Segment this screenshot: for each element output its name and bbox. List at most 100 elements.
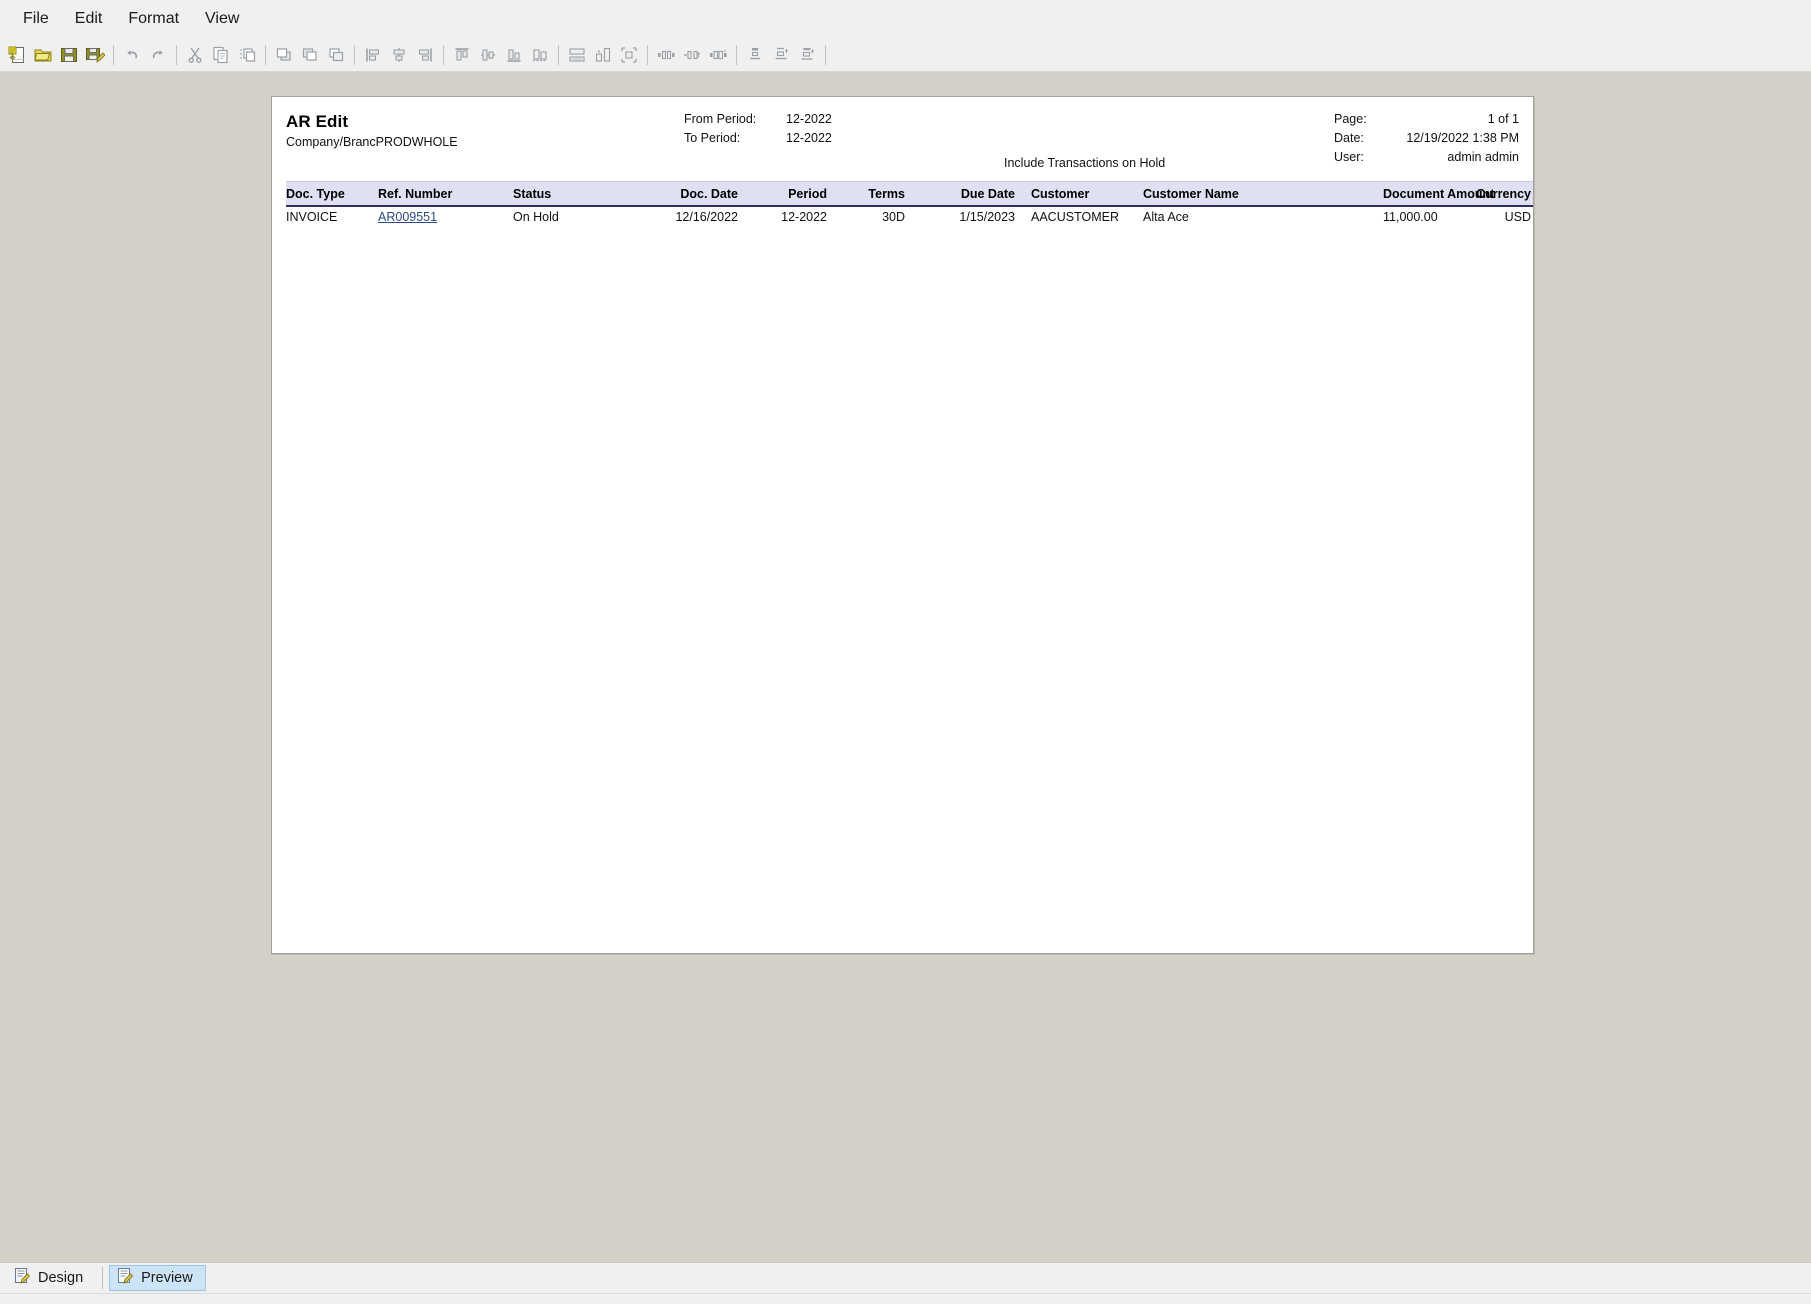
increase-vertical-space-icon [771, 45, 791, 65]
preview-canvas[interactable]: AR Edit Company/BrancPRODWHOLE From Peri… [0, 72, 1811, 1262]
column-header-doc-date[interactable]: Doc. Date [638, 181, 752, 207]
menu-item-file[interactable]: File [10, 6, 62, 32]
from-period-row: From Period: 12-2022 [684, 112, 876, 131]
align-right-button[interactable] [412, 42, 438, 68]
report-meta: Page: 1 of 1 Date: 12/19/2022 1:38 PM Us… [1334, 112, 1519, 169]
report-title: AR Edit [286, 112, 349, 131]
include-on-hold-note: Include Transactions on Hold [1004, 156, 1166, 170]
align-left-icon [363, 45, 383, 65]
cut-button[interactable] [182, 42, 208, 68]
user-row: User: admin admin [1334, 150, 1519, 169]
toolbar-separator [736, 44, 737, 65]
date-value: 12/19/2022 1:38 PM [1406, 131, 1519, 145]
column-header-customer[interactable]: Customer [1031, 181, 1143, 207]
column-header-status[interactable]: Status [513, 181, 638, 207]
preview-page-icon [116, 1267, 134, 1289]
new-report-button[interactable] [4, 42, 30, 68]
report-table: Doc. Type Ref. Number Status Doc. Date P… [286, 181, 1533, 227]
tab-separator [102, 1267, 104, 1289]
bring-to-front-button[interactable] [271, 42, 297, 68]
undo-button[interactable] [119, 42, 145, 68]
column-header-terms[interactable]: Terms [845, 181, 927, 207]
column-header-ref-number[interactable]: Ref. Number [378, 181, 513, 207]
group-icon [326, 45, 346, 65]
report-header: AR Edit Company/BrancPRODWHOLE From Peri… [286, 109, 1519, 181]
design-page-icon [13, 1267, 31, 1289]
cell-customer: AACUSTOMER [1031, 210, 1119, 224]
tab-design[interactable]: Design [6, 1265, 96, 1291]
toolbar-separator [113, 44, 114, 65]
paste-icon [237, 45, 257, 65]
decrease-vertical-space-button[interactable] [794, 42, 820, 68]
increase-horizontal-space-button[interactable] [679, 42, 705, 68]
cell-customer-name: Alta Ace [1143, 210, 1189, 224]
page-row: Page: 1 of 1 [1334, 112, 1519, 131]
column-header-document-amount[interactable]: Document Amount [1383, 181, 1494, 207]
to-period-value: 12-2022 [786, 131, 832, 145]
cell-period: 12-2022 [781, 210, 827, 224]
align-center-button[interactable] [386, 42, 412, 68]
open-button[interactable] [30, 42, 56, 68]
same-height-icon [593, 45, 613, 65]
from-period-value: 12-2022 [786, 112, 832, 126]
cell-doc-date: 12/16/2022 [675, 210, 738, 224]
decrease-horizontal-space-button[interactable] [705, 42, 731, 68]
date-row: Date: 12/19/2022 1:38 PM [1334, 131, 1519, 150]
bring-to-front-icon [274, 45, 294, 65]
ref-number-link[interactable]: AR009551 [378, 210, 437, 224]
send-to-back-button[interactable] [297, 42, 323, 68]
table-row[interactable]: INVOICE AR009551 On Hold 12/16/2022 12-2… [286, 206, 1533, 227]
table-header: Doc. Type Ref. Number Status Doc. Date P… [286, 181, 1533, 207]
space-horizontal-button[interactable] [653, 42, 679, 68]
cell-doc-type: INVOICE [286, 210, 338, 224]
same-width-icon [567, 45, 587, 65]
tab-preview[interactable]: Preview [109, 1265, 206, 1291]
toolbar [0, 38, 1811, 72]
toolbar-separator [176, 44, 177, 65]
copy-button[interactable] [208, 42, 234, 68]
cut-scissors-icon [185, 45, 205, 65]
view-tab-strip: Design Preview [0, 1262, 1811, 1304]
column-header-period[interactable]: Period [752, 181, 845, 207]
align-center-icon [389, 45, 409, 65]
copy-icon [211, 45, 231, 65]
save-as-button[interactable] [82, 42, 108, 68]
align-top-button[interactable] [449, 42, 475, 68]
same-size-button[interactable] [616, 42, 642, 68]
align-middle-icon [478, 45, 498, 65]
same-height-button[interactable] [590, 42, 616, 68]
toolbar-separator [825, 44, 826, 65]
cell-status: On Hold [513, 210, 559, 224]
group-button[interactable] [323, 42, 349, 68]
paste-button[interactable] [234, 42, 260, 68]
menu-item-edit[interactable]: Edit [62, 6, 116, 32]
from-period-label: From Period: [684, 112, 757, 126]
toolbar-separator [558, 44, 559, 65]
menu-item-format[interactable]: Format [115, 6, 192, 32]
column-header-doc-type[interactable]: Doc. Type [286, 181, 378, 207]
table-header-row: Doc. Type Ref. Number Status Doc. Date P… [286, 181, 1533, 207]
decrease-horizontal-space-icon [708, 45, 728, 65]
increase-vertical-space-button[interactable] [768, 42, 794, 68]
open-folder-icon [33, 45, 53, 65]
redo-button[interactable] [145, 42, 171, 68]
redo-icon [148, 45, 168, 65]
save-button[interactable] [56, 42, 82, 68]
space-vertical-button[interactable] [742, 42, 768, 68]
toolbar-separator [354, 44, 355, 65]
column-header-due-date[interactable]: Due Date [927, 181, 1031, 207]
align-top-icon [452, 45, 472, 65]
column-header-customer-name[interactable]: Customer Name [1143, 181, 1383, 207]
same-width-button[interactable] [564, 42, 590, 68]
toolbar-separator [265, 44, 266, 65]
report-company-branch: Company/BrancPRODWHOLE [286, 135, 458, 149]
align-left-button[interactable] [360, 42, 386, 68]
align-middle-button[interactable] [475, 42, 501, 68]
toolbar-separator [647, 44, 648, 65]
align-baseline-button[interactable] [527, 42, 553, 68]
tab-design-label: Design [38, 1270, 84, 1286]
align-bottom-button[interactable] [501, 42, 527, 68]
undo-icon [122, 45, 142, 65]
send-to-back-icon [300, 45, 320, 65]
menu-item-view[interactable]: View [192, 6, 252, 32]
